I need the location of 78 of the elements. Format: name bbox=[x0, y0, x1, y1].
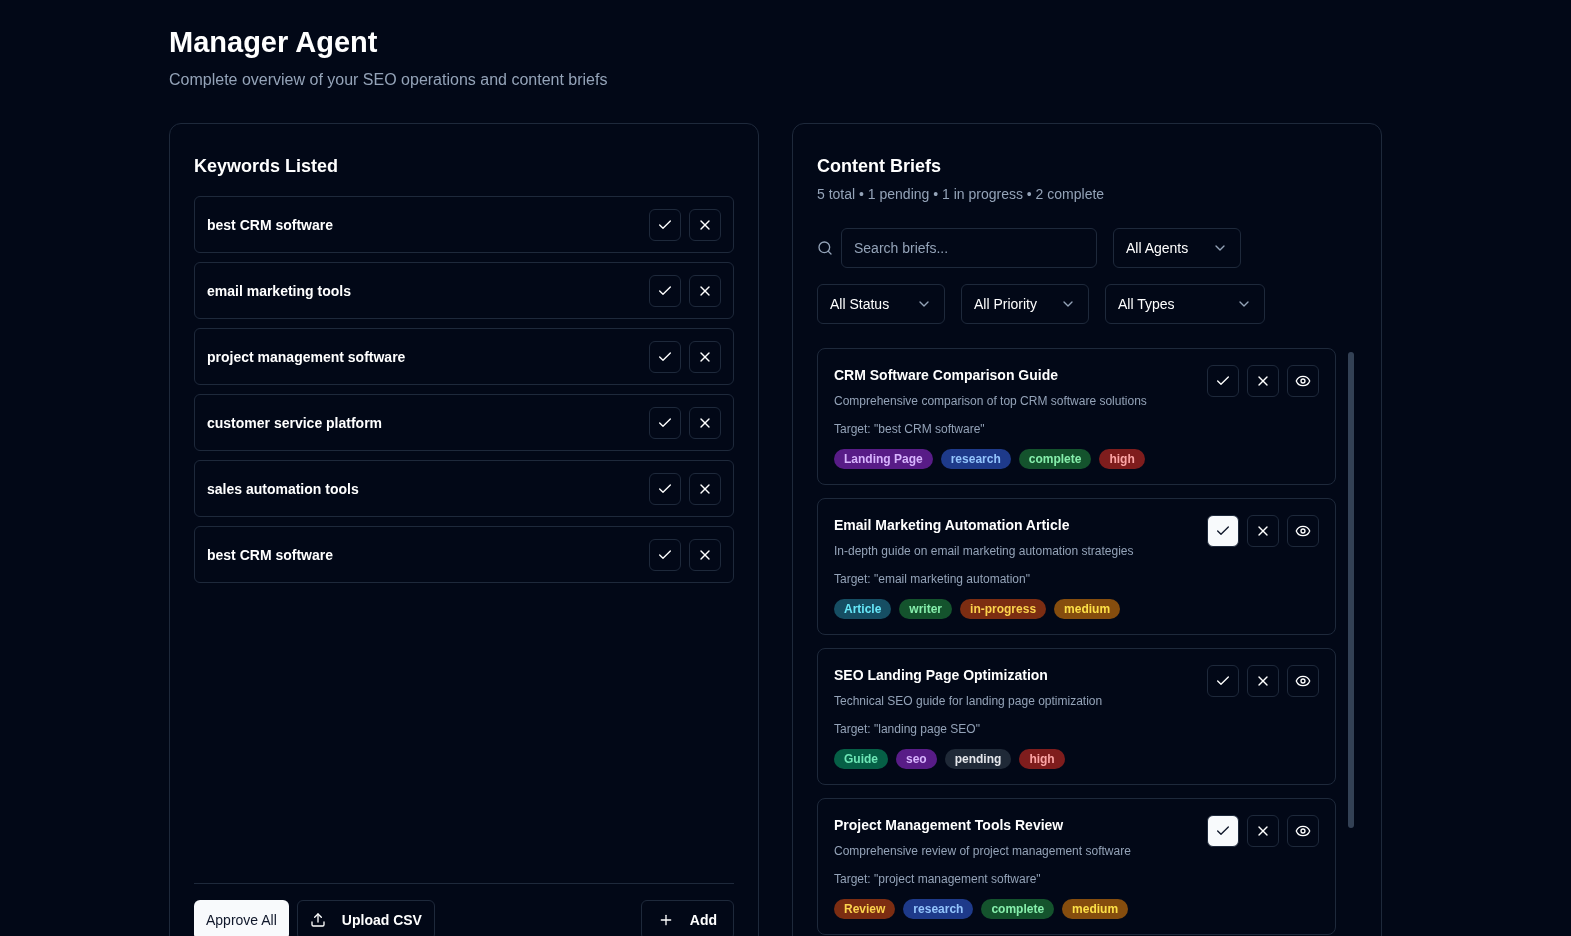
panel-title: Keywords Listed bbox=[194, 155, 340, 178]
eye-icon bbox=[1295, 823, 1311, 839]
tag: pending bbox=[944, 749, 1012, 769]
approve-button[interactable] bbox=[649, 472, 681, 505]
approve-button[interactable] bbox=[649, 274, 681, 307]
filter-dropdown[interactable]: All Agents bbox=[1113, 228, 1241, 268]
view-button[interactable] bbox=[1287, 815, 1319, 847]
brief-target: Target: "project management software" bbox=[834, 871, 1042, 887]
view-button[interactable] bbox=[1287, 665, 1319, 697]
approve-button[interactable] bbox=[649, 406, 681, 439]
tag: Guide bbox=[834, 749, 888, 769]
brief-title: Email Marketing Automation Article bbox=[834, 516, 1071, 535]
brief-target: Target: "best CRM software" bbox=[834, 421, 986, 437]
tag: Landing Page bbox=[834, 449, 933, 469]
tag: Review bbox=[834, 899, 896, 919]
eye-icon bbox=[1295, 523, 1311, 539]
reject-button[interactable] bbox=[689, 208, 721, 241]
approve-button[interactable] bbox=[649, 538, 681, 571]
keyword-text: sales automation tools bbox=[207, 479, 359, 499]
approve-button[interactable] bbox=[649, 340, 681, 373]
view-button[interactable] bbox=[1287, 515, 1319, 547]
brief-title: SEO Landing Page Optimization bbox=[834, 666, 1049, 685]
approve-button[interactable] bbox=[1207, 365, 1239, 397]
filter-dropdown[interactable]: All Types bbox=[1105, 284, 1265, 324]
approve-all-button[interactable]: Approve All bbox=[194, 900, 289, 936]
reject-button[interactable] bbox=[1247, 515, 1279, 547]
upload-icon bbox=[309, 912, 326, 928]
view-button[interactable] bbox=[1287, 365, 1319, 397]
tag: research bbox=[903, 899, 974, 919]
tag: high bbox=[1099, 449, 1145, 469]
approve-button[interactable] bbox=[649, 208, 681, 241]
add-button[interactable]: Add bbox=[640, 900, 734, 936]
reject-button[interactable] bbox=[689, 472, 721, 505]
tag: Article bbox=[834, 599, 892, 619]
reject-button[interactable] bbox=[689, 406, 721, 439]
filter-dropdown[interactable]: All Status bbox=[817, 284, 945, 324]
tag: seo bbox=[896, 749, 937, 769]
tag: complete bbox=[981, 899, 1055, 919]
briefs-summary: 5 total • 1 pending • 1 in progress • 2 complete bbox=[817, 185, 1106, 204]
filter-dropdown[interactable]: All Priority bbox=[961, 284, 1089, 324]
reject-button[interactable] bbox=[689, 274, 721, 307]
reject-button[interactable] bbox=[1247, 365, 1279, 397]
brief-title: Project Management Tools Review bbox=[834, 816, 1065, 835]
reject-button[interactable] bbox=[1247, 665, 1279, 697]
eye-icon bbox=[1295, 373, 1311, 389]
brief-description: Comprehensive comparison of top CRM software solutions bbox=[834, 393, 1147, 409]
approve-button[interactable] bbox=[1207, 515, 1239, 547]
keyword-text: best CRM software bbox=[207, 545, 334, 565]
tag: writer bbox=[899, 599, 953, 619]
brief-target: Target: "email marketing automation" bbox=[834, 571, 1031, 587]
approve-button[interactable] bbox=[1207, 665, 1239, 697]
brief-description: Comprehensive review of project management software bbox=[834, 843, 1131, 859]
tag: medium bbox=[1062, 899, 1129, 919]
panel-title: Content Briefs bbox=[817, 155, 942, 178]
brief-description: Technical SEO guide for landing page optimization bbox=[834, 693, 1103, 709]
keyword-text: email marketing tools bbox=[207, 281, 351, 301]
search-icon bbox=[817, 240, 833, 256]
reject-button[interactable] bbox=[689, 538, 721, 571]
keyword-text: best CRM software bbox=[207, 215, 334, 235]
reject-button[interactable] bbox=[689, 340, 721, 373]
tag: medium bbox=[1054, 599, 1121, 619]
brief-target: Target: "landing page SEO" bbox=[834, 721, 981, 737]
approve-button[interactable] bbox=[1207, 815, 1239, 847]
reject-button[interactable] bbox=[1247, 815, 1279, 847]
brief-description: In-depth guide on email marketing automation strategies bbox=[834, 543, 1134, 559]
brief-title: CRM Software Comparison Guide bbox=[834, 366, 1060, 385]
eye-icon bbox=[1295, 673, 1311, 689]
tag: in-progress bbox=[960, 599, 1047, 619]
search-field[interactable]: Search briefs... bbox=[841, 228, 1097, 268]
scrollbar[interactable] bbox=[1348, 352, 1354, 828]
page-title: Manager Agent bbox=[169, 25, 379, 60]
keyword-text: project management software bbox=[207, 347, 406, 367]
upload-csv-button[interactable]: Upload CSV bbox=[296, 900, 435, 936]
tag: research bbox=[940, 449, 1011, 469]
keyword-text: customer service platform bbox=[207, 413, 383, 433]
tag: high bbox=[1019, 749, 1065, 769]
page-subtitle: Complete overview of your SEO operations and content briefs bbox=[169, 70, 609, 90]
tag: complete bbox=[1018, 449, 1092, 469]
